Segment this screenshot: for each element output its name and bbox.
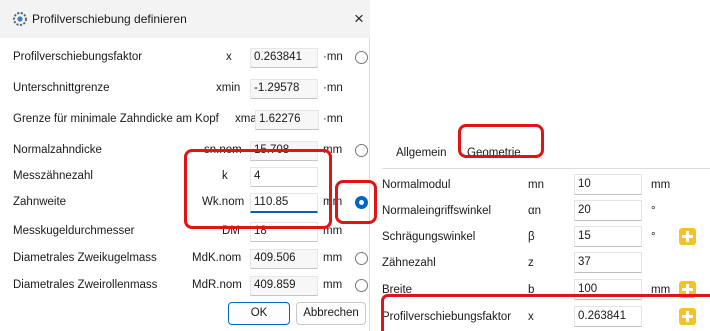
prop-symbol: z xyxy=(528,257,534,269)
prop-label: Breite xyxy=(382,284,413,296)
row-symbol: DM xyxy=(222,225,240,237)
row-label: Normalzahndicke xyxy=(13,144,102,156)
row-zweikugelmass: Diametrales Zweikugelmass MdK.nom 409.50… xyxy=(0,247,370,272)
row-label: Zahnweite xyxy=(13,196,67,208)
x-radio[interactable] xyxy=(355,51,368,64)
mdr-radio[interactable] xyxy=(355,279,368,292)
normalmodul-field[interactable]: 10 xyxy=(574,174,642,195)
row-symbol: x xyxy=(226,51,232,63)
wk-radio[interactable] xyxy=(355,196,368,209)
dialog-titlebar: Profilverschiebung definieren × xyxy=(0,0,370,38)
row-zweirollenmass: Diametrales Zweirollenmass MdR.nom 409.8… xyxy=(0,274,370,299)
row-label: Profilverschiebungsfaktor xyxy=(13,51,143,63)
breite-field[interactable]: 100 xyxy=(574,279,642,300)
row-symbol: k xyxy=(222,170,228,182)
row-label: Unterschnittgrenze xyxy=(13,82,110,94)
tab-geometrie[interactable]: Geometrie xyxy=(461,140,527,166)
row-unit: mm xyxy=(323,225,343,237)
row-label: Messzähnezahl xyxy=(13,170,93,182)
profile-shift-dialog: Profilverschiebung definieren × Profilve… xyxy=(0,0,370,331)
row-unit: mm xyxy=(323,252,343,264)
row-unit: mm xyxy=(323,144,343,156)
row-symbol: xmin xyxy=(216,82,241,94)
x-field[interactable]: 0.263841 xyxy=(250,48,318,68)
row-unit: ·mn xyxy=(323,113,343,125)
prop-symbol: b xyxy=(528,284,535,296)
prop-row-normalmodul: Normalmodul mn 10 mm xyxy=(374,172,710,198)
row-grenze-zahndicke: Grenze für minimale Zahndicke am Kopf xm… xyxy=(0,108,370,133)
row-messkugeldurchmesser: Messkugeldurchmesser DM 18 mm xyxy=(0,220,370,245)
row-normalzahndicke: Normalzahndicke sn.nom 15.708 mm xyxy=(0,139,370,164)
row-profilverschiebungsfaktor: Profilverschiebungsfaktor x 0.263841 ·mn xyxy=(0,46,370,71)
k-field[interactable]: 4 xyxy=(250,167,318,187)
prop-label: Profilverschiebungsfaktor xyxy=(382,311,512,323)
ok-button[interactable]: OK xyxy=(228,302,290,325)
profilverschiebung-field[interactable]: 0.263841 xyxy=(574,306,642,327)
prop-symbol: αn xyxy=(528,205,542,217)
prop-unit: ° xyxy=(651,231,656,243)
eingriffswinkel-field[interactable]: 20 xyxy=(574,200,642,221)
prop-row-zaehnezahl: Zähnezahl z 37 xyxy=(374,250,710,276)
sn-field: 15.708 xyxy=(250,141,318,161)
cancel-button[interactable]: Abbrechen xyxy=(296,302,366,325)
xmax-field: 1.62276 xyxy=(255,110,319,130)
dialog-title: Profilverschiebung definieren xyxy=(32,12,187,26)
tab-allgemein[interactable]: Allgemein xyxy=(390,140,453,166)
prop-unit: mm xyxy=(651,179,671,191)
row-unit: ·mn xyxy=(323,51,343,63)
row-symbol: MdK.nom xyxy=(192,252,242,264)
prop-symbol: mn xyxy=(528,179,544,191)
prop-row-normaleingriffswinkel: Normaleingriffswinkel αn 20 ° xyxy=(374,198,710,224)
prop-row-breite: Breite b 100 mm xyxy=(374,277,710,303)
mdk-radio[interactable] xyxy=(355,252,368,265)
row-unterschnittgrenze: Unterschnittgrenze xmin -1.29578 ·mn xyxy=(0,77,370,102)
prop-unit: mm xyxy=(651,284,671,296)
gear-properties-panel: Allgemein Geometrie Normalmodul mn 10 mm… xyxy=(374,120,710,331)
row-symbol: MdR.nom xyxy=(192,279,242,291)
plus-icon[interactable] xyxy=(679,281,696,298)
mdk-field: 409.506 xyxy=(250,249,318,269)
row-label: Messkugeldurchmesser xyxy=(13,225,135,237)
prop-symbol: x xyxy=(528,311,534,323)
row-label: Grenze für minimale Zahndicke am Kopf xyxy=(13,113,219,125)
row-unit: ·mn xyxy=(323,82,343,94)
close-button[interactable]: × xyxy=(350,9,368,29)
prop-label: Zähnezahl xyxy=(382,257,436,269)
prop-label: Normalmodul xyxy=(382,179,451,191)
row-label: Diametrales Zweirollenmass xyxy=(13,279,158,291)
prop-row-schraegungswinkel: Schrägungswinkel β 15 ° xyxy=(374,224,710,250)
prop-unit: ° xyxy=(651,205,656,217)
gear-app-icon xyxy=(13,12,27,26)
xmin-field: -1.29578 xyxy=(250,79,318,99)
prop-row-profilverschiebungsfaktor: Profilverschiebungsfaktor x 0.263841 xyxy=(374,304,710,330)
prop-label: Normaleingriffswinkel xyxy=(382,205,492,217)
row-unit: mm xyxy=(323,279,343,291)
prop-label: Schrägungswinkel xyxy=(382,231,476,243)
tab-divider xyxy=(382,168,710,169)
row-symbol: sn.nom xyxy=(204,144,242,156)
schraegungswinkel-field[interactable]: 15 xyxy=(574,226,642,247)
plus-icon[interactable] xyxy=(679,308,696,325)
sn-radio[interactable] xyxy=(355,144,368,157)
row-label: Diametrales Zweikugelmass xyxy=(13,252,157,264)
row-zahnweite: Zahnweite Wk.nom 110.85 mm xyxy=(0,191,370,216)
prop-symbol: β xyxy=(528,231,535,243)
row-messzaehnezahl: Messzähnezahl k 4 xyxy=(0,165,370,190)
row-unit: mm xyxy=(323,196,343,208)
wk-field[interactable]: 110.85 xyxy=(250,193,318,213)
dm-field[interactable]: 18 xyxy=(250,222,318,242)
plus-icon[interactable] xyxy=(679,228,696,245)
zaehnezahl-field[interactable]: 37 xyxy=(574,252,642,273)
row-symbol: xma xyxy=(235,113,257,125)
row-symbol: Wk.nom xyxy=(202,196,245,208)
mdr-field: 409.859 xyxy=(250,276,318,296)
